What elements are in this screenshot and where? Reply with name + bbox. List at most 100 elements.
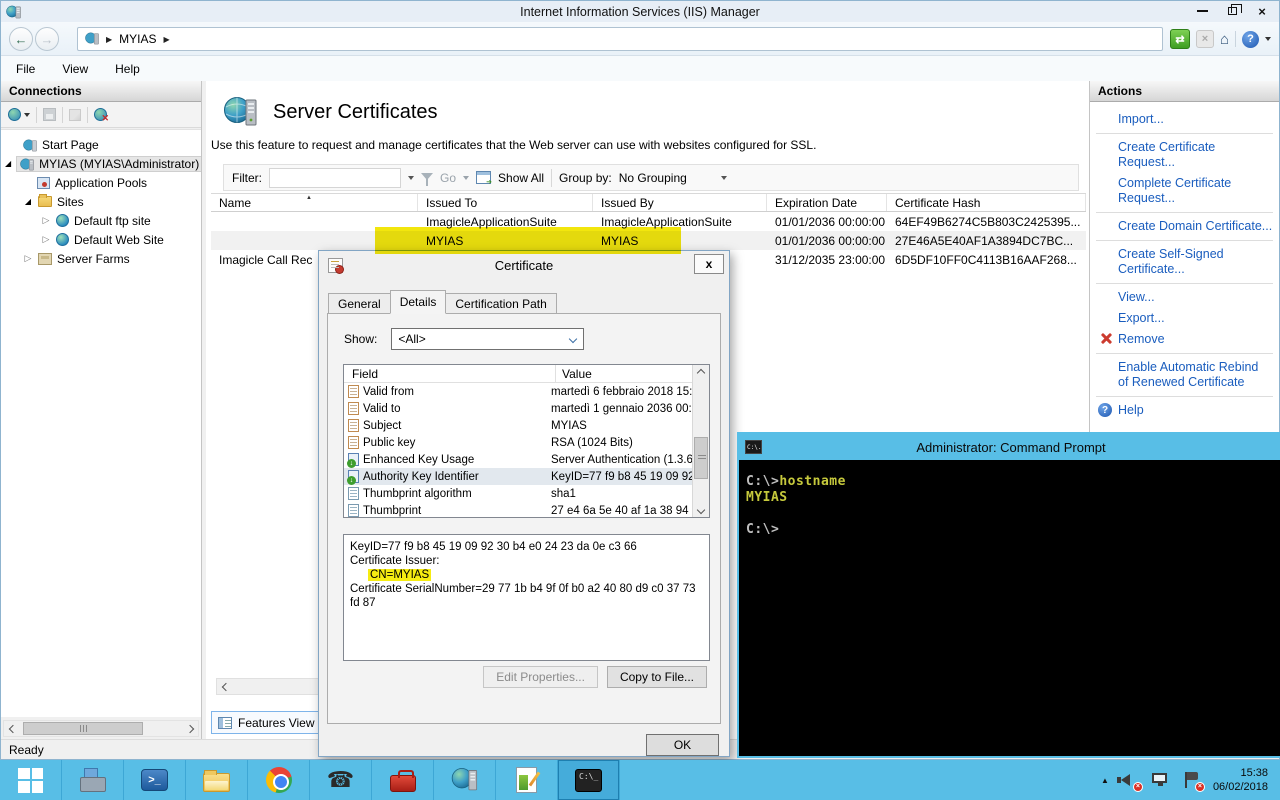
remove-connection-icon[interactable] xyxy=(94,108,107,121)
field-list-scrollbar[interactable] xyxy=(692,365,709,517)
tree-item-sites[interactable]: Sites xyxy=(1,192,201,211)
tree-item-application-pools[interactable]: Application Pools xyxy=(1,173,201,192)
content-horizontal-scrollbar[interactable] xyxy=(216,678,320,695)
expander-closed-icon[interactable] xyxy=(41,235,51,244)
column-value[interactable]: Value xyxy=(556,365,709,382)
server-manager-button[interactable] xyxy=(62,760,124,800)
expander-closed-icon[interactable] xyxy=(41,216,51,225)
field-detail-box[interactable]: KeyID=77 f9 b8 45 19 09 92 30 b4 e0 24 2… xyxy=(343,534,710,661)
close-button[interactable]: × xyxy=(1247,1,1277,21)
breadcrumb-item[interactable]: MYIAS xyxy=(119,32,156,46)
save-connections-icon[interactable] xyxy=(43,108,56,121)
divider xyxy=(1235,31,1236,47)
breadcrumb[interactable]: ▶ MYIAS ▶ xyxy=(77,27,1163,51)
action-create-self-signed-certificate[interactable]: Create Self-Signed Certificate... xyxy=(1090,244,1279,280)
scrollbar-thumb[interactable] xyxy=(23,722,143,735)
help-dropdown-icon[interactable] xyxy=(1265,37,1271,41)
command-prompt-button[interactable]: C:\_ xyxy=(558,760,620,800)
scroll-left-icon[interactable] xyxy=(217,679,234,694)
copy-to-file-button[interactable]: Copy to File... xyxy=(607,666,707,688)
action-remove[interactable]: Remove xyxy=(1090,329,1279,350)
tree-item-default-ftp-site[interactable]: Default ftp site xyxy=(1,211,201,230)
minimize-button[interactable] xyxy=(1187,1,1217,21)
column-header-issued-to[interactable]: Issued To xyxy=(418,194,593,211)
connections-horizontal-scrollbar[interactable] xyxy=(3,720,199,737)
action-enable-automatic-rebind[interactable]: Enable Automatic Rebind of Renewed Certi… xyxy=(1090,357,1275,393)
volume-muted-icon[interactable]: × xyxy=(1120,771,1140,789)
back-button[interactable]: ← xyxy=(9,27,33,51)
tab-certification-path[interactable]: Certification Path xyxy=(445,293,556,313)
menu-help[interactable]: Help xyxy=(115,62,140,76)
clock[interactable]: 15:38 06/02/2018 xyxy=(1213,766,1268,794)
forward-button[interactable]: → xyxy=(35,27,59,51)
field-row[interactable]: Valid from martedì 6 febbraio 2018 15:35… xyxy=(344,383,692,400)
filter-dropdown-icon[interactable] xyxy=(408,176,414,180)
toolbox-app-button[interactable] xyxy=(372,760,434,800)
scroll-right-icon[interactable] xyxy=(181,721,198,736)
menu-file[interactable]: File xyxy=(16,62,35,76)
go-dropdown-icon[interactable] xyxy=(463,176,469,180)
ok-button[interactable]: OK xyxy=(646,734,719,756)
action-import[interactable]: Import... xyxy=(1090,109,1279,130)
dialog-close-button[interactable]: x xyxy=(694,254,724,274)
field-row[interactable]: Valid to martedì 1 gennaio 2036 00:00... xyxy=(344,400,692,417)
filter-input[interactable] xyxy=(269,168,401,188)
scrollbar-thumb[interactable] xyxy=(694,437,708,479)
iis-manager-button[interactable] xyxy=(434,760,496,800)
action-view[interactable]: View... xyxy=(1090,287,1279,308)
show-all-button[interactable]: Show All xyxy=(498,171,544,185)
field-row[interactable]: Thumbprint algorithm sha1 xyxy=(344,485,692,502)
restore-button[interactable] xyxy=(1217,1,1247,21)
action-create-certificate-request[interactable]: Create Certificate Request... xyxy=(1090,137,1279,173)
action-create-domain-certificate[interactable]: Create Domain Certificate... xyxy=(1090,216,1279,237)
show-select[interactable]: <All> xyxy=(391,328,584,350)
action-help[interactable]: ?Help xyxy=(1090,400,1279,421)
column-header-name[interactable]: Name▲ xyxy=(211,194,418,211)
column-header-issued-by[interactable]: Issued By xyxy=(593,194,767,211)
field-row[interactable]: Subject MYIAS xyxy=(344,417,692,434)
column-field[interactable]: Field xyxy=(344,365,556,382)
start-button[interactable] xyxy=(0,760,62,800)
powershell-button[interactable]: >_ xyxy=(124,760,186,800)
scroll-left-icon[interactable] xyxy=(4,721,21,736)
tab-details[interactable]: Details xyxy=(390,290,447,314)
tree-item-start-page[interactable]: Start Page xyxy=(1,135,201,154)
column-header-hash[interactable]: Certificate Hash xyxy=(887,194,1086,211)
rename-connection-icon[interactable] xyxy=(69,109,81,121)
home-button[interactable]: ⌂ xyxy=(1220,31,1229,48)
action-export[interactable]: Export... xyxy=(1090,308,1279,329)
scroll-down-icon[interactable] xyxy=(693,502,709,517)
tray-expand-icon[interactable]: ▲ xyxy=(1101,776,1109,785)
phone-app-button[interactable]: ☎ xyxy=(310,760,372,800)
stop-button[interactable]: × xyxy=(1196,30,1214,48)
expander-closed-icon[interactable] xyxy=(23,254,33,263)
cmd-output-area[interactable]: C:\>hostname MYIAS C:\> xyxy=(739,460,1280,538)
expander-open-icon[interactable] xyxy=(5,160,11,168)
field-row[interactable]: Enhanced Key Usage Server Authentication… xyxy=(344,451,692,468)
column-header-expiration[interactable]: Expiration Date xyxy=(767,194,887,211)
go-button[interactable]: Go xyxy=(440,171,456,185)
performance-log-button[interactable] xyxy=(496,760,558,800)
action-center-flag-icon[interactable]: × xyxy=(1182,771,1202,789)
field-row[interactable]: Thumbprint 27 e4 6a 5e 40 af 1a 38 94 dc… xyxy=(344,502,692,519)
field-row[interactable]: Public key RSA (1024 Bits) xyxy=(344,434,692,451)
field-row-selected[interactable]: Authority Key Identifier KeyID=77 f9 b8 … xyxy=(344,468,692,485)
action-complete-certificate-request[interactable]: Complete Certificate Request... xyxy=(1090,173,1279,209)
help-button[interactable]: ? xyxy=(1242,31,1259,48)
minimize-icon xyxy=(1197,10,1208,12)
refresh-button[interactable]: ⇄ xyxy=(1170,29,1190,49)
scroll-up-icon[interactable] xyxy=(693,365,709,380)
expander-open-icon[interactable] xyxy=(23,198,33,206)
network-icon[interactable] xyxy=(1151,771,1171,789)
tree-item-default-web-site[interactable]: Default Web Site xyxy=(1,230,201,249)
tree-item-server-myias[interactable]: MYIAS (MYIAS\Administrator) xyxy=(1,154,201,173)
menu-view[interactable]: View xyxy=(62,62,88,76)
features-view-button[interactable]: Features View xyxy=(211,711,319,734)
cmd-titlebar[interactable]: C:\. Administrator: Command Prompt xyxy=(739,434,1280,460)
chrome-button[interactable] xyxy=(248,760,310,800)
file-explorer-button[interactable] xyxy=(186,760,248,800)
connect-server-button[interactable] xyxy=(8,108,30,121)
tree-item-server-farms[interactable]: Server Farms xyxy=(1,249,201,268)
tab-general[interactable]: General xyxy=(328,293,391,313)
group-by-select[interactable]: No Grouping xyxy=(619,171,727,185)
